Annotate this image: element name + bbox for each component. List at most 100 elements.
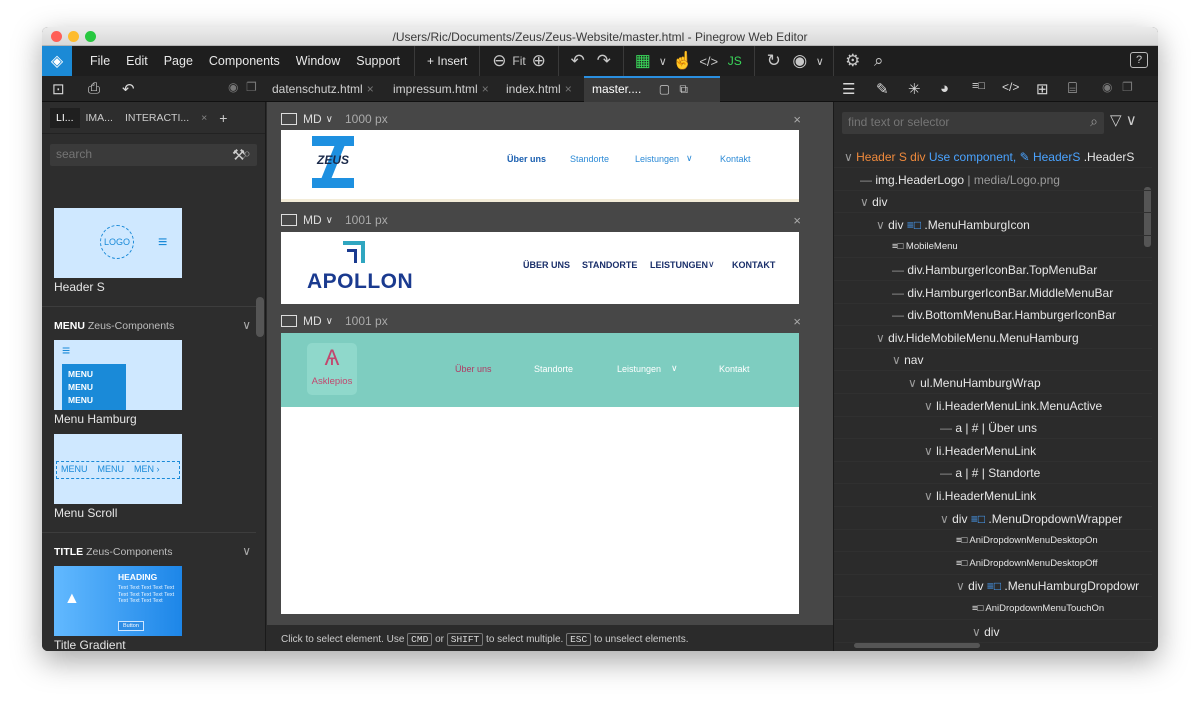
component-icon[interactable]: ≡□ bbox=[972, 80, 985, 92]
tab-file[interactable]: datenschutz.html × bbox=[272, 76, 374, 102]
tree-node[interactable]: ∨ div ≡□ .MenuDropdownWrapper bbox=[834, 508, 1152, 530]
nav-link[interactable]: LEISTUNGEN bbox=[650, 260, 708, 270]
undo-icon[interactable]: ↶ bbox=[122, 80, 135, 98]
filter-icon[interactable]: ▽ ∨ bbox=[1110, 111, 1137, 129]
tree-node[interactable]: ∨ ul.MenuHamburgWrap bbox=[834, 372, 1152, 394]
layout-grid-icon[interactable]: ▦ bbox=[630, 51, 656, 71]
eye-icon[interactable]: ◉ bbox=[228, 80, 238, 94]
tree-node[interactable]: ≡□ AniDropdownMenuDesktopOn bbox=[834, 530, 1152, 553]
tree-node[interactable]: ∨ div bbox=[834, 191, 1152, 214]
zoom-in-icon[interactable]: ⊕ bbox=[526, 51, 552, 71]
viewport-frame-asklepios[interactable]: Ѧ Asklepios Über uns Standorte Leistunge… bbox=[281, 333, 799, 614]
nav-link-active[interactable]: Über uns bbox=[455, 364, 492, 374]
eye-icon[interactable]: ◉ bbox=[1102, 80, 1112, 94]
nav-link[interactable]: Leistungen bbox=[617, 364, 661, 374]
chevron-down-icon[interactable]: ∨ bbox=[924, 489, 936, 503]
viewport-frame-zeus[interactable]: ZEUS Über uns Standorte Leistungen ∨ Kon… bbox=[281, 130, 799, 202]
pinegrow-logo-icon[interactable]: ◈ bbox=[42, 46, 72, 76]
edit-icon[interactable]: ✎ bbox=[1016, 150, 1033, 164]
copy-icon[interactable]: ❐ bbox=[246, 80, 257, 94]
tab-images[interactable]: IMA... bbox=[80, 108, 119, 128]
tree-node[interactable]: — div.BottomMenuBar.HamburgerIconBar bbox=[834, 304, 1152, 327]
chevron-down-icon[interactable]: ∨ bbox=[242, 544, 251, 558]
component-thumbnail[interactable]: LOGO ≡ bbox=[54, 208, 182, 278]
chevron-down-icon[interactable]: ∨ bbox=[671, 363, 678, 374]
properties-icon[interactable]: ☰ bbox=[842, 80, 855, 98]
tools-icon[interactable]: ⚒ bbox=[232, 146, 245, 164]
menu-edit[interactable]: Edit bbox=[118, 54, 156, 68]
nav-link[interactable]: Leistungen bbox=[635, 154, 679, 164]
redo-icon[interactable]: ↷ bbox=[591, 51, 617, 71]
copy-icon[interactable]: ❐ bbox=[1122, 80, 1133, 94]
chevron-down-icon[interactable]: ∨ bbox=[892, 353, 904, 367]
brush-icon[interactable]: ✎ bbox=[876, 80, 889, 98]
help-icon[interactable]: ? bbox=[1130, 52, 1148, 68]
tree-node[interactable]: — a | # | Über uns bbox=[834, 417, 1152, 440]
viewport-header[interactable]: MD ∨ 1001 px × bbox=[281, 210, 801, 230]
chevron-down-icon[interactable]: ∨ bbox=[924, 399, 936, 413]
component-thumbnail[interactable]: MENU MENU MEN › bbox=[54, 434, 182, 504]
nav-link[interactable]: ÜBER UNS bbox=[523, 260, 570, 270]
component-thumbnail[interactable]: ≡ MENU MENU MENU bbox=[54, 340, 182, 410]
undo-icon[interactable]: ↶ bbox=[565, 51, 591, 71]
nav-link[interactable]: Standorte bbox=[570, 154, 609, 164]
tree-node[interactable]: ∨ Header S div Use component, ✎ HeaderS … bbox=[834, 146, 1152, 168]
menu-page[interactable]: Page bbox=[156, 54, 201, 68]
chevron-down-icon[interactable]: ∨ bbox=[860, 195, 872, 209]
js-icon[interactable]: JS bbox=[722, 54, 748, 68]
chevron-down-icon[interactable]: ∨ bbox=[956, 579, 968, 593]
close-tab-icon[interactable]: × bbox=[482, 82, 489, 96]
horizontal-scrollbar[interactable] bbox=[854, 643, 980, 648]
tab-file[interactable]: impressum.html × bbox=[393, 76, 489, 102]
tree-node[interactable]: — img.HeaderLogo | media/Logo.png bbox=[834, 169, 1152, 191]
refresh-icon[interactable]: ↻ bbox=[761, 51, 787, 71]
print-icon[interactable]: ⎙ bbox=[88, 80, 100, 97]
nav-link-active[interactable]: Über uns bbox=[507, 154, 546, 164]
zoom-out-icon[interactable]: ⊖ bbox=[486, 51, 512, 71]
tree-node[interactable]: ∨ nav bbox=[834, 349, 1152, 372]
tree-node[interactable]: ≡□ AniDropdownMenuDesktopOff bbox=[834, 553, 1152, 575]
tree-node[interactable]: ∨ li.HeaderMenuLink.MenuActive bbox=[834, 395, 1152, 417]
chevron-down-icon[interactable]: ∨ bbox=[972, 625, 984, 639]
chevron-down-icon[interactable]: ∨ bbox=[656, 55, 670, 68]
tab-interactions[interactable]: INTERACTI... bbox=[119, 108, 195, 128]
interaction-hand-icon[interactable]: ☝ bbox=[670, 51, 696, 71]
tree-node[interactable]: ≡□ MobileMenu bbox=[834, 236, 1152, 259]
close-tab-icon[interactable]: × bbox=[565, 82, 572, 96]
chevron-down-icon[interactable]: ∨ bbox=[940, 512, 952, 526]
nav-link[interactable]: Kontakt bbox=[719, 364, 750, 374]
tree-icon[interactable]: ⊞ bbox=[1036, 80, 1049, 98]
sparkle-icon[interactable]: ✳ bbox=[908, 80, 921, 98]
tree-search-input[interactable] bbox=[842, 112, 1072, 132]
chevron-down-icon[interactable]: ∨ bbox=[924, 444, 936, 458]
page-icon[interactable]: ▢ bbox=[659, 82, 670, 96]
tab-library[interactable]: LI... bbox=[50, 107, 80, 128]
preview-icon[interactable]: ◉ bbox=[787, 51, 813, 71]
chevron-down-icon[interactable]: ∨ bbox=[326, 215, 333, 226]
search-icon[interactable]: ⌕ bbox=[1090, 113, 1098, 130]
chevron-down-icon[interactable]: ∨ bbox=[813, 55, 827, 68]
menu-components[interactable]: Components bbox=[201, 54, 288, 68]
chevron-down-icon[interactable]: ∨ bbox=[908, 376, 920, 390]
insert-button[interactable]: + Insert bbox=[421, 54, 473, 68]
tree-node[interactable]: ∨ div ≡□ .MenuHamburgIcon bbox=[834, 214, 1152, 236]
tree-node[interactable]: ∨ div ≡□ .MenuHamburgDropdowr bbox=[834, 575, 1152, 598]
chevron-down-icon[interactable]: ∨ bbox=[876, 218, 888, 232]
tree-node[interactable]: ∨ li.HeaderMenuLink bbox=[834, 440, 1152, 462]
zoom-fit-label[interactable]: Fit bbox=[512, 54, 525, 68]
search-icon[interactable]: ⌕ bbox=[866, 51, 892, 71]
component-thumbnail[interactable]: ▲ HEADING Text Text Text Text Text Text … bbox=[54, 566, 182, 636]
code-icon[interactable]: </> bbox=[696, 54, 722, 69]
library-icon[interactable]: ⌸ bbox=[1068, 80, 1077, 97]
close-tab-icon[interactable]: × bbox=[195, 108, 213, 128]
sidebar-toggle-icon[interactable]: ⊡ bbox=[52, 80, 65, 98]
menu-support[interactable]: Support bbox=[348, 54, 408, 68]
chevron-down-icon[interactable]: ∨ bbox=[876, 331, 888, 345]
chevron-down-icon[interactable]: ∨ bbox=[708, 259, 715, 270]
section-header[interactable]: TITLE Zeus-Components bbox=[54, 546, 172, 558]
add-tab-icon[interactable]: + bbox=[213, 106, 233, 130]
tab-file-active[interactable]: master.... ▢ ⧉ × bbox=[584, 76, 720, 118]
close-tab-icon[interactable]: × bbox=[367, 82, 374, 96]
tree-node[interactable]: ∨ div.HideMobileMenu.MenuHamburg bbox=[834, 327, 1152, 349]
code-icon[interactable]: </> bbox=[1002, 80, 1019, 94]
